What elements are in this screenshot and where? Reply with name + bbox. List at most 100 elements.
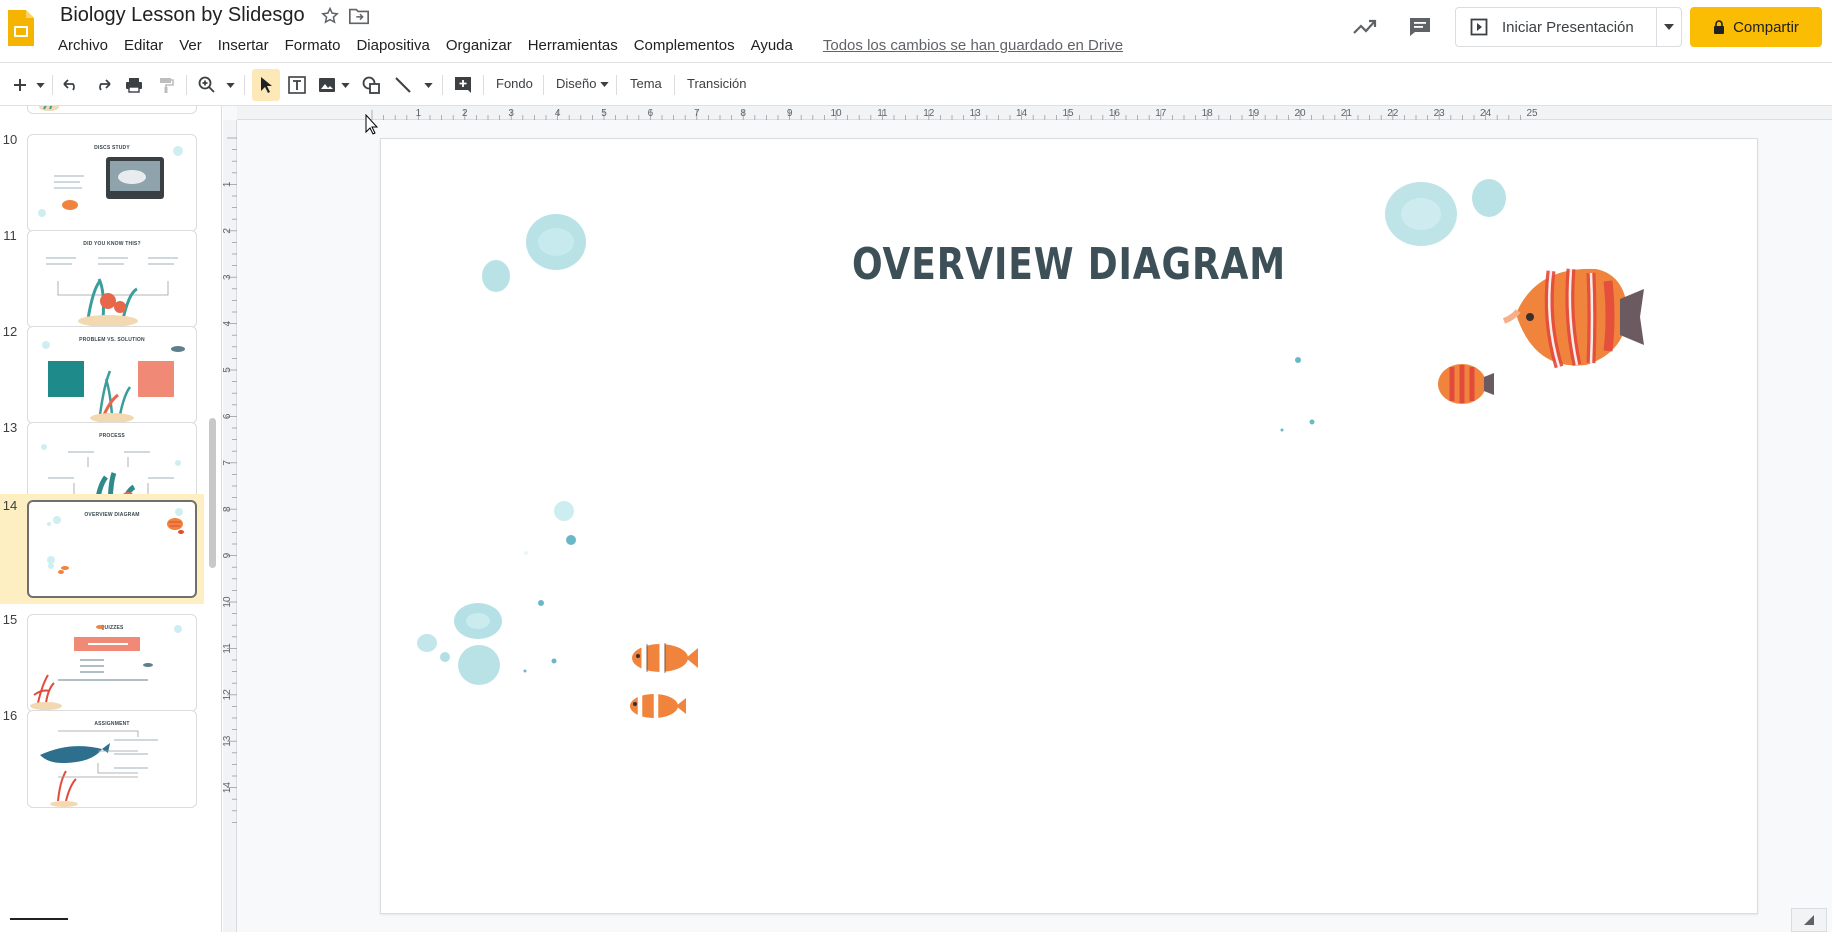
ruler-label: 21 <box>1341 108 1353 119</box>
menu-complementos[interactable]: Complementos <box>626 35 743 56</box>
vertical-ruler[interactable]: 1 2 3 4 5 6 7 8 9 10 11 12 13 14 <box>222 120 237 932</box>
ruler-label: 10 <box>830 108 842 119</box>
slide-thumbnail-partial[interactable] <box>27 106 197 114</box>
chevron-down-icon <box>225 82 235 88</box>
ruler-label: 6 <box>223 413 233 419</box>
redo-button[interactable] <box>92 73 114 97</box>
zoom-button[interactable] <box>196 73 218 97</box>
text-box-button[interactable] <box>286 73 308 97</box>
menu-archivo[interactable]: Archivo <box>50 35 116 56</box>
print-icon <box>126 78 142 93</box>
ruler-label: 11 <box>877 108 888 119</box>
toolbar-divider <box>483 75 484 95</box>
slide-filmstrip[interactable]: 10 DISCS STUDY 11 DID YOU KNOW THIS? 12 … <box>0 106 222 932</box>
ruler-label: 5 <box>223 367 233 373</box>
slide-thumbnail[interactable]: QUIZZES <box>27 614 197 712</box>
ruler-label: 25 <box>1526 108 1538 119</box>
insert-image-dropdown[interactable] <box>339 73 351 97</box>
water-bubbles-bottom-left <box>417 603 557 685</box>
slides-logo-icon[interactable] <box>6 8 36 48</box>
toolbar-divider <box>616 75 617 95</box>
chevron-down-icon[interactable] <box>600 82 609 87</box>
menu-diapositiva[interactable]: Diapositiva <box>348 35 437 56</box>
background-button[interactable]: Fondo <box>496 76 533 91</box>
slide-item-14[interactable]: 14 OVERVIEW DIAGRAM <box>0 494 204 604</box>
slide-number: 16 <box>2 708 18 723</box>
toolbar: Fondo Diseño Tema Transición <box>0 62 1832 106</box>
thumbnail-graphic <box>30 625 182 710</box>
ruler-label: 14 <box>1016 108 1028 119</box>
thumbnail-graphic <box>40 730 158 807</box>
slide-item-15[interactable]: 15 QUIZZES <box>0 608 204 716</box>
chevron-down-icon <box>340 82 350 88</box>
insert-image-button[interactable] <box>316 73 338 97</box>
line-icon <box>395 77 411 93</box>
new-slide-layout-dropdown[interactable] <box>34 73 46 97</box>
move-to-folder-icon[interactable] <box>348 6 370 26</box>
ruler-label: 16 <box>1109 108 1121 119</box>
paint-format-button[interactable] <box>155 73 177 97</box>
menu-editar[interactable]: Editar <box>116 35 171 56</box>
activity-trend-icon[interactable] <box>1352 16 1378 36</box>
ruler-label: 18 <box>1202 108 1214 119</box>
select-tool-button[interactable] <box>255 73 277 97</box>
present-options-dropdown[interactable] <box>1657 24 1681 30</box>
undo-button[interactable] <box>60 73 82 97</box>
slide-item-12[interactable]: 12 PROBLEM VS. SOLUTION <box>0 320 204 428</box>
ruler-label: 2 <box>223 228 233 234</box>
menu-ayuda[interactable]: Ayuda <box>743 35 801 56</box>
slide-item-11[interactable]: 11 DID YOU KNOW THIS? <box>0 224 204 332</box>
slide-item-10[interactable]: 10 DISCS STUDY <box>0 128 204 236</box>
lock-icon <box>1714 20 1725 34</box>
text-box-icon <box>288 76 306 94</box>
ruler-label: 11 <box>223 643 233 654</box>
ruler-label: 9 <box>787 108 793 119</box>
print-button[interactable] <box>123 73 145 97</box>
horizontal-ruler[interactable]: 1 2 3 4 5 6 7 8 9 10 11 12 13 14 15 16 17 18 19 20 21 22 23 24 2… <box>237 106 1832 120</box>
mouse-pointer-icon <box>365 114 379 135</box>
transition-button[interactable]: Transición <box>687 76 746 91</box>
slide-item-16[interactable]: 16 ASSIGNMENT <box>0 704 204 812</box>
saved-status-link[interactable]: Todos los cambios se han guardado en Dri… <box>815 35 1131 56</box>
vertical-ruler-ticks: 1234567891011121314 <box>222 137 237 823</box>
ruler-label: 3 <box>508 108 514 119</box>
slide-thumbnail[interactable]: DISCS STUDY <box>27 134 197 232</box>
ruler-label: 17 <box>1155 108 1167 119</box>
layout-button[interactable]: Diseño <box>556 76 596 91</box>
toolbar-divider <box>186 75 187 95</box>
slide-thumbnail[interactable]: ASSIGNMENT <box>27 710 197 808</box>
menu-insertar[interactable]: Insertar <box>210 35 277 56</box>
slide-thumbnail[interactable]: PROBLEM VS. SOLUTION <box>27 326 197 424</box>
present-button[interactable]: Iniciar Presentación <box>1456 8 1658 46</box>
share-button[interactable]: Compartir <box>1690 7 1822 47</box>
shape-button[interactable] <box>360 73 382 97</box>
document-title[interactable]: Biology Lesson by Slidesgo <box>60 4 305 27</box>
new-slide-button[interactable] <box>10 73 30 97</box>
explore-button[interactable] <box>1791 908 1827 932</box>
slide-editor-canvas[interactable]: 1 2 3 4 5 6 7 8 9 10 11 12 13 14 15 16 17 18 19 20 21 22 23 24 2… <box>222 106 1832 932</box>
slide-thumbnail-selected[interactable]: OVERVIEW DIAGRAM <box>27 500 197 598</box>
menu-bar: Archivo Editar Ver Insertar Formato Diap… <box>50 35 1131 56</box>
zoom-dropdown[interactable] <box>224 73 236 97</box>
comments-icon[interactable] <box>1408 16 1432 38</box>
line-tool-button[interactable] <box>392 73 414 97</box>
star-icon[interactable] <box>320 6 340 26</box>
line-tool-dropdown[interactable] <box>422 73 434 97</box>
filmstrip-scrollbar[interactable] <box>209 418 216 568</box>
theme-button[interactable]: Tema <box>630 76 662 91</box>
menu-herramientas[interactable]: Herramientas <box>520 35 626 56</box>
menu-formato[interactable]: Formato <box>277 35 349 56</box>
redo-icon <box>99 79 111 91</box>
menu-ver[interactable]: Ver <box>171 35 210 56</box>
add-comment-button[interactable] <box>452 73 474 97</box>
slide-thumbnail[interactable]: DID YOU KNOW THIS? <box>27 230 197 328</box>
paint-format-icon <box>160 78 174 93</box>
undo-icon <box>63 79 75 91</box>
ruler-label: 12 <box>223 689 233 701</box>
ruler-label: 10 <box>223 596 233 608</box>
ruler-label: 13 <box>223 735 233 747</box>
slide-canvas[interactable]: OVERVIEW DIAGRAM <box>380 138 1758 914</box>
ruler-label: 1 <box>223 181 233 187</box>
slide-number: 10 <box>2 132 18 147</box>
menu-organizar[interactable]: Organizar <box>438 35 520 56</box>
